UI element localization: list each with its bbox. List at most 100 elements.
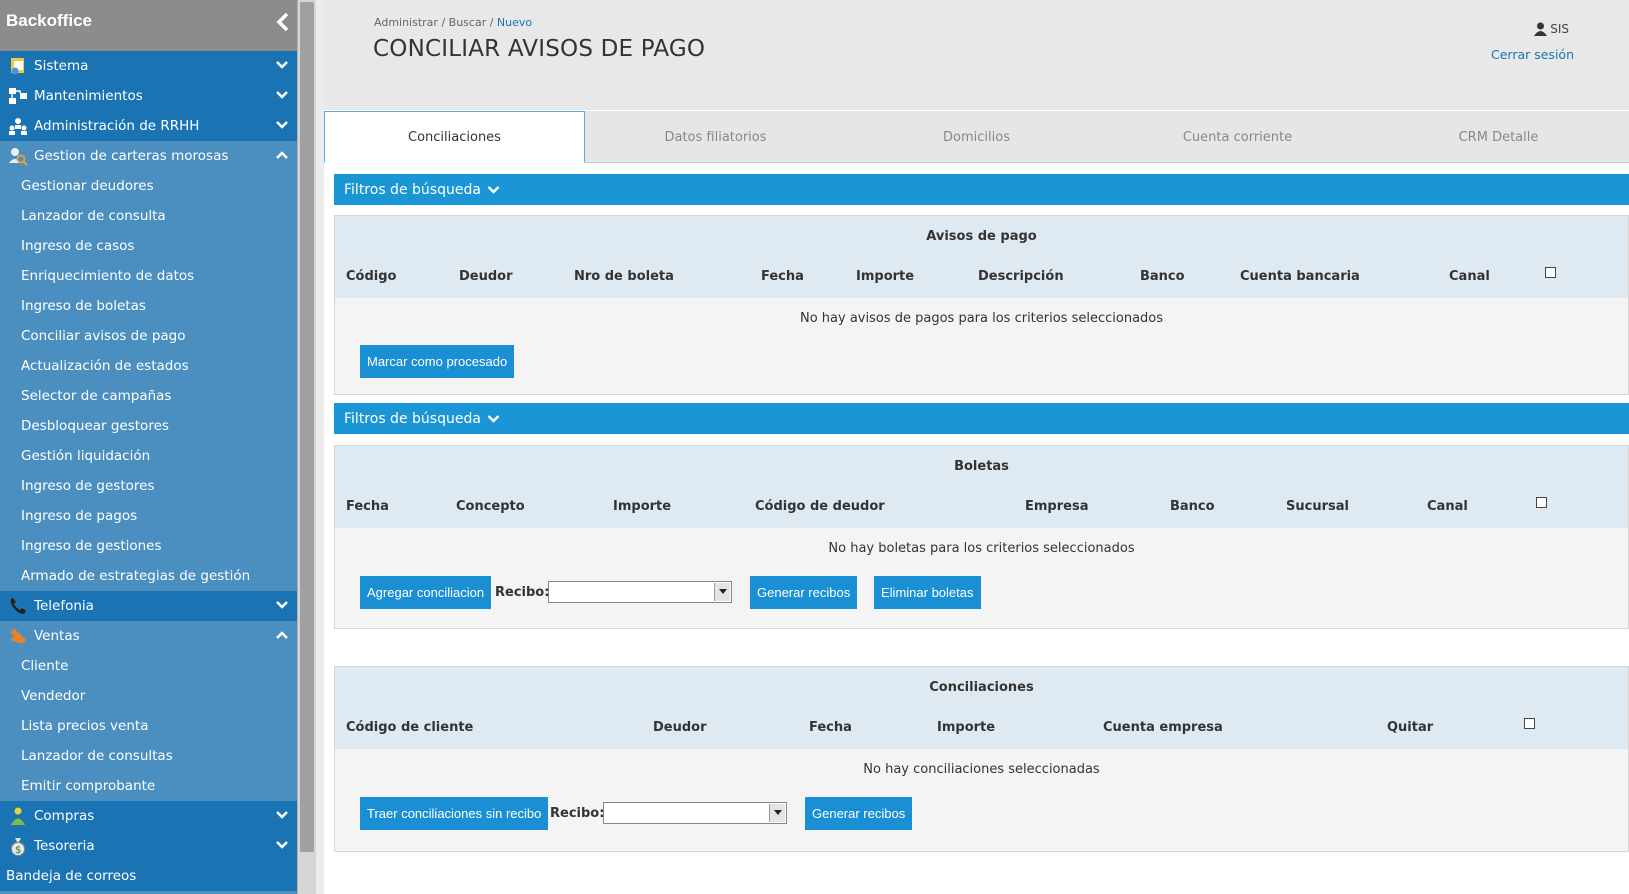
page-title: CONCILIAR AVISOS DE PAGO (373, 36, 706, 62)
dropdown-arrow-icon (714, 583, 730, 601)
col-nro-boleta: Nro de boleta (574, 269, 674, 284)
breadcrumb-separator: / (437, 16, 449, 29)
breadcrumb-buscar[interactable]: Buscar (449, 16, 487, 29)
sidebar-subitem-lanzador-consultas[interactable]: Lanzador de consultas (0, 741, 297, 771)
sidebar-subitem-ingreso-gestiones[interactable]: Ingreso de gestiones (0, 531, 297, 561)
sidebar-item-carteras-morosas[interactable]: Gestion de carteras morosas (0, 141, 297, 171)
col-importe: Importe (613, 499, 672, 514)
sidebar-subitem-vendedor[interactable]: Vendedor (0, 681, 297, 711)
sidebar-subitem-emitir-comprobante[interactable]: Emitir comprobante (0, 771, 297, 801)
page-header: Administrar / Buscar / Nuevo CONCILIAR A… (324, 0, 1629, 110)
sidebar-subitem-selector-campanas[interactable]: Selector de campañas (0, 381, 297, 411)
sidebar-scrollbar[interactable] (297, 0, 316, 894)
col-quitar: Quitar (1387, 720, 1434, 735)
breadcrumb-nuevo[interactable]: Nuevo (497, 16, 532, 29)
col-concepto: Concepto (456, 499, 525, 514)
generar-recibos-button[interactable]: Generar recibos (750, 576, 858, 609)
recibo-select[interactable] (548, 581, 732, 603)
sidebar-item-bandeja-correos[interactable]: Bandeja de correos (0, 861, 297, 891)
sidebar-item-label: Compras (34, 808, 95, 824)
money-bag-icon: $ (11, 838, 25, 856)
chevron-down-icon (276, 601, 288, 609)
sistema-icon (11, 58, 24, 75)
recibo-label: Recibo: (550, 806, 605, 821)
breadcrumb: Administrar / Buscar / Nuevo (374, 16, 532, 29)
sidebar-header: Backoffice (0, 0, 297, 51)
avisos-actions: Marcar como procesado (335, 338, 1628, 394)
sidebar-subitem-lanzador-consulta[interactable]: Lanzador de consulta (0, 201, 297, 231)
sidebar-item-rrhh[interactable]: Administración de RRHH (0, 111, 297, 141)
conciliaciones-actions: Traer conciliaciones sin recibo Recibo: … (335, 789, 1628, 851)
sidebar-item-mantenimientos[interactable]: Mantenimientos (0, 81, 297, 111)
chevron-up-icon (276, 151, 288, 159)
agregar-conciliacion-button[interactable]: Agregar conciliacion (360, 576, 492, 609)
phone-icon (10, 598, 26, 614)
sidebar-item-label: Ventas (34, 628, 80, 644)
sidebar-item-telefonia[interactable]: Telefonia (0, 591, 297, 621)
sidebar-item-compras[interactable]: Compras (0, 801, 297, 831)
sidebar-item-label: Gestion de carteras morosas (34, 148, 229, 164)
main-content: Administrar / Buscar / Nuevo CONCILIAR A… (324, 0, 1629, 894)
sidebar-subitem-actualizacion-estados[interactable]: Actualización de estados (0, 351, 297, 381)
logout-link[interactable]: Cerrar sesión (1491, 47, 1574, 62)
tab-conciliaciones[interactable]: Conciliaciones (324, 111, 585, 163)
sidebar-subitem-gestionar-deudores[interactable]: Gestionar deudores (0, 171, 297, 201)
marcar-procesado-button[interactable]: Marcar como procesado (360, 345, 515, 378)
conciliaciones-empty-message: No hay conciliaciones seleccionadas (863, 761, 1100, 777)
tab-bar: Conciliaciones Datos filiatorios Domicil… (324, 111, 1629, 163)
sidebar-subitem-cliente[interactable]: Cliente (0, 651, 297, 681)
scrollbar-thumb[interactable] (300, 2, 314, 852)
tab-cuenta-corriente[interactable]: Cuenta corriente (1107, 111, 1368, 163)
col-codigo-deudor: Código de deudor (755, 499, 885, 514)
sidebar-menu: Sistema Mantenimientos Administración de… (0, 51, 297, 891)
sidebar-item-ventas[interactable]: Ventas (0, 621, 297, 651)
select-all-checkbox[interactable] (1545, 267, 1556, 278)
chevron-up-icon (276, 631, 288, 639)
sidebar-subitem-ingreso-casos[interactable]: Ingreso de casos (0, 231, 297, 261)
col-fecha: Fecha (346, 499, 389, 514)
sidebar-subitem-ingreso-pagos[interactable]: Ingreso de pagos (0, 501, 297, 531)
chevron-down-icon (487, 185, 500, 194)
sidebar-subitem-enriquecimiento-datos[interactable]: Enriquecimiento de datos (0, 261, 297, 291)
sidebar-subitem-armado-estrategias[interactable]: Armado de estrategias de gestión (0, 561, 297, 591)
filters-label: Filtros de búsqueda (344, 181, 481, 198)
chevron-down-icon (487, 414, 500, 423)
filters-toggle-boletas[interactable]: Filtros de búsqueda (334, 403, 1629, 434)
col-fecha: Fecha (809, 720, 852, 735)
select-all-checkbox[interactable] (1524, 718, 1535, 729)
boletas-empty-message: No hay boletas para los criterios selecc… (828, 540, 1135, 556)
col-canal: Canal (1427, 499, 1468, 514)
sidebar-subitem-ingreso-boletas[interactable]: Ingreso de boletas (0, 291, 297, 321)
sidebar-item-tesoreria[interactable]: $ Tesoreria (0, 831, 297, 861)
sidebar: Backoffice Sistema Mantenimientos Admini… (0, 0, 297, 894)
sidebar-item-label: Administración de RRHH (34, 118, 200, 134)
col-importe: Importe (937, 720, 996, 735)
select-all-checkbox[interactable] (1536, 497, 1547, 508)
sidebar-subitem-ingreso-gestores[interactable]: Ingreso de gestores (0, 471, 297, 501)
recibo-select[interactable] (603, 802, 787, 824)
filters-toggle-avisos[interactable]: Filtros de búsqueda (334, 174, 1629, 205)
conciliaciones-panel: Conciliaciones Código de cliente Deudor … (334, 666, 1629, 852)
tab-crm-detalle[interactable]: CRM Detalle (1368, 111, 1629, 163)
generar-recibos-button[interactable]: Generar recibos (805, 797, 913, 830)
sidebar-item-sistema[interactable]: Sistema (0, 51, 297, 81)
sidebar-subitem-gestion-liquidacion[interactable]: Gestión liquidación (0, 441, 297, 471)
traer-conciliaciones-button[interactable]: Traer conciliaciones sin recibo (360, 797, 549, 830)
mantenimientos-icon (9, 88, 27, 104)
sidebar-subitem-lista-precios[interactable]: Lista precios venta (0, 711, 297, 741)
tab-datos-filiatorios[interactable]: Datos filiatorios (585, 111, 846, 163)
eliminar-boletas-button[interactable]: Eliminar boletas (874, 576, 981, 609)
collapse-sidebar-icon[interactable] (275, 12, 291, 32)
sidebar-subitem-desbloquear-gestores[interactable]: Desbloquear gestores (0, 411, 297, 441)
chevron-down-icon (276, 61, 288, 69)
breadcrumb-administrar[interactable]: Administrar (374, 16, 438, 29)
col-banco: Banco (1170, 499, 1215, 514)
col-fecha: Fecha (761, 269, 804, 284)
tab-domicilios[interactable]: Domicilios (846, 111, 1107, 163)
col-cuenta-bancaria: Cuenta bancaria (1240, 269, 1360, 284)
chevron-down-icon (276, 841, 288, 849)
sidebar-subitem-conciliar-avisos[interactable]: Conciliar avisos de pago (0, 321, 297, 351)
divider (316, 0, 324, 894)
col-descripcion: Descripción (978, 269, 1064, 284)
search-user-icon (9, 148, 28, 166)
